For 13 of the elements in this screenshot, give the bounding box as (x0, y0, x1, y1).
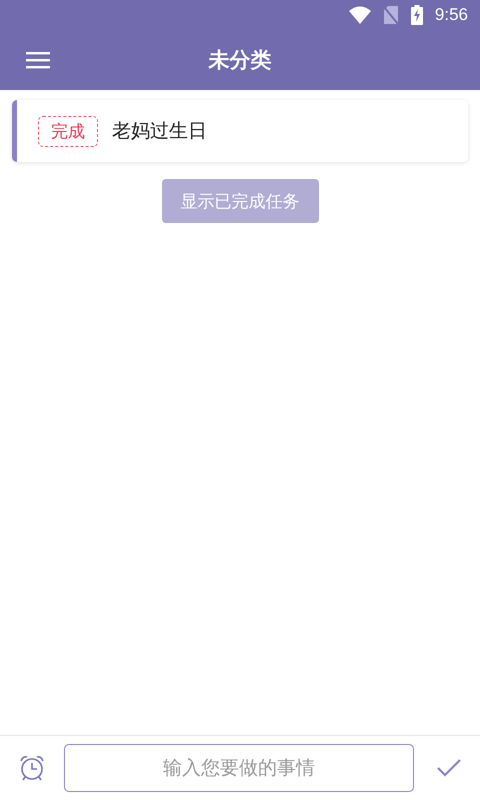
status-time: 9:56 (434, 5, 468, 25)
wifi-icon (348, 6, 371, 24)
battery-charging-icon (410, 5, 423, 25)
menu-icon[interactable] (26, 51, 50, 69)
task-input-field[interactable]: 输入您要做的事情 (64, 744, 414, 792)
alarm-clock-icon[interactable] (18, 754, 46, 782)
screen-title: 未分类 (208, 47, 272, 74)
task-title: 老妈过生日 (112, 119, 207, 144)
no-sim-icon (382, 5, 399, 25)
done-tag[interactable]: 完成 (38, 116, 98, 146)
check-icon[interactable] (436, 758, 462, 778)
show-completed-button[interactable]: 显示已完成任务 (162, 179, 318, 223)
task-card[interactable]: 完成 老妈过生日 (12, 100, 468, 162)
